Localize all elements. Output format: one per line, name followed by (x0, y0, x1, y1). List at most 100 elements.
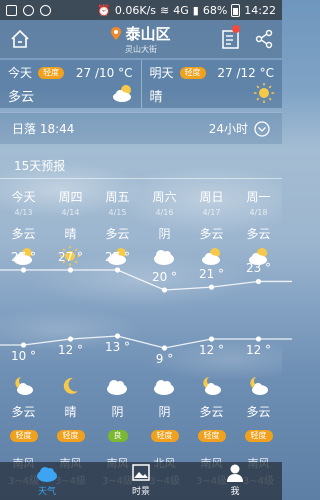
app-header: 泰山区 灵山大街 (0, 20, 282, 58)
temperature-chart (0, 267, 292, 351)
aqi-badge: 良 (107, 430, 128, 442)
aqi-badge: 轻度 (244, 430, 273, 442)
aqi-badge-wrap: 良 (94, 423, 141, 442)
high-temp-line-point (161, 287, 168, 293)
today-card[interactable]: 今天 轻度 27 /10 °C 多云 (0, 60, 141, 108)
aqi-badge: 轻度 (56, 430, 85, 442)
tomorrow-label: 明天 (149, 66, 174, 80)
cloud-icon (94, 375, 141, 397)
tab-weather-label: 天气 (37, 487, 56, 497)
forecast-day-condition: 晴 (64, 227, 77, 241)
aqi-badge-wrap: 轻度 (47, 423, 94, 442)
forecast-day-condition: 多云 (11, 227, 36, 241)
forecast-day-name: 周五 (105, 190, 130, 204)
high-temp-line-point (255, 278, 262, 285)
status-bar: ⏰ 0.06K/s ≋ 4G ▮ 68% 14:22 (0, 0, 282, 20)
share-icon[interactable] (255, 29, 273, 49)
notification-icon (6, 4, 17, 16)
high-temp-line-point (208, 284, 215, 290)
partly-cloudy-icon (112, 85, 131, 102)
forecast-day-name: 周一 (246, 190, 271, 204)
forecast-night-condition: 多云 (246, 405, 271, 419)
forecast-night-condition: 多云 (11, 405, 36, 419)
low-temp-line-point (161, 345, 168, 351)
tomorrow-card[interactable]: 明天 轻度 27 /12 °C 晴 (140, 60, 282, 108)
person-icon (227, 464, 243, 482)
tab-weather[interactable]: 天气 (0, 462, 94, 500)
signal-icon: ▮ (192, 3, 199, 17)
forecast-day-date: 4/18 (249, 208, 268, 217)
cloud-icon (141, 375, 188, 397)
aqi-badge-wrap: 轻度 (235, 423, 282, 442)
news-badge-dot (232, 25, 240, 33)
aqi-badge-wrap: 轻度 (141, 423, 188, 442)
clock: 14:22 (244, 3, 276, 17)
high-temp-line-point (67, 267, 74, 273)
forecast-night-condition: 阴 (111, 405, 124, 419)
network-type: 4G (173, 3, 189, 17)
forecast-day-name: 周四 (58, 190, 83, 204)
moon-icon (47, 375, 94, 397)
city-name: 泰山区 (125, 25, 171, 43)
network-speed: 0.06K/s (114, 3, 157, 17)
cloud-icon (37, 467, 57, 482)
chevron-down-icon[interactable] (254, 120, 270, 137)
alarm-icon: ⏰ (97, 3, 111, 17)
tab-scenes-label: 时景 (131, 487, 150, 497)
battery-percent: 68% (202, 3, 228, 17)
divider (0, 178, 282, 179)
sunset-bar: 日落 18:44 24小时 (0, 112, 282, 144)
forecast-day-condition: 多云 (105, 227, 130, 241)
high-temp-line-point (114, 267, 121, 273)
aqi-badge: 轻度 (150, 430, 179, 442)
high-temp-line (0, 269, 292, 291)
bottom-tab-bar: 天气 时景 我 (0, 462, 282, 500)
low-temp-line-point (208, 336, 215, 342)
hourly-forecast-toggle[interactable]: 24小时 (209, 120, 248, 137)
sunset-time: 日落 18:44 (12, 122, 75, 136)
settings-icon (40, 4, 51, 16)
picture-icon (132, 464, 150, 481)
sun-icon (254, 83, 274, 103)
forecast-night-condition: 阴 (158, 405, 171, 419)
partly-cloudy-night-icon (188, 375, 235, 397)
forecast-day-name: 周六 (152, 190, 177, 204)
tab-scenes[interactable]: 时景 (94, 462, 188, 500)
low-temp-line (0, 335, 292, 349)
aqi-badge: 轻度 (197, 430, 226, 442)
aqi-badge-wrap: 轻度 (188, 423, 235, 442)
partly-cloudy-night-icon (235, 375, 282, 397)
high-temp-line-point (20, 267, 27, 273)
cloud-icon (141, 245, 188, 267)
forecast-day-date: 4/13 (14, 208, 33, 217)
battery-icon (231, 3, 241, 17)
wifi-icon: ≋ (160, 3, 170, 17)
tab-me[interactable]: 我 (188, 462, 282, 500)
high-temp-label: 27 ° (10, 250, 37, 264)
aqi-badge: 轻度 (9, 430, 38, 442)
location-pin-icon (111, 27, 122, 40)
tomorrow-aqi-badge: 轻度 (179, 66, 206, 79)
tomorrow-temp: 27 /12 °C (217, 65, 274, 80)
forecast-day-condition: 阴 (158, 227, 171, 241)
high-temp-label: 27 ° (57, 250, 84, 264)
forecast-day-date: 4/16 (155, 208, 174, 217)
sync-icon (23, 4, 34, 16)
today-temp: 27 /10 °C (75, 65, 133, 80)
aqi-badge-wrap: 轻度 (0, 423, 47, 442)
low-temp-line-point (114, 333, 121, 339)
low-temp-line-point (67, 336, 74, 342)
forecast-title: 15天预报 (14, 159, 66, 173)
forecast-day-date: 4/15 (108, 208, 127, 217)
tab-me-label: 我 (230, 487, 240, 497)
partly-cloudy-night-icon (0, 375, 47, 397)
forecast-night-condition: 多云 (199, 405, 224, 419)
today-aqi-badge: 轻度 (38, 66, 65, 79)
today-tomorrow-cards: 今天 轻度 27 /10 °C 多云 明天 轻度 27 /12 °C 晴 (0, 60, 282, 108)
forecast-night-condition: 晴 (64, 405, 77, 419)
today-label: 今天 (8, 66, 33, 80)
partly-cloudy-icon (188, 245, 235, 267)
low-temp-line-point (20, 342, 27, 348)
forecast-day-condition: 多云 (199, 227, 224, 241)
high-temp-label: 27 ° (104, 250, 131, 264)
